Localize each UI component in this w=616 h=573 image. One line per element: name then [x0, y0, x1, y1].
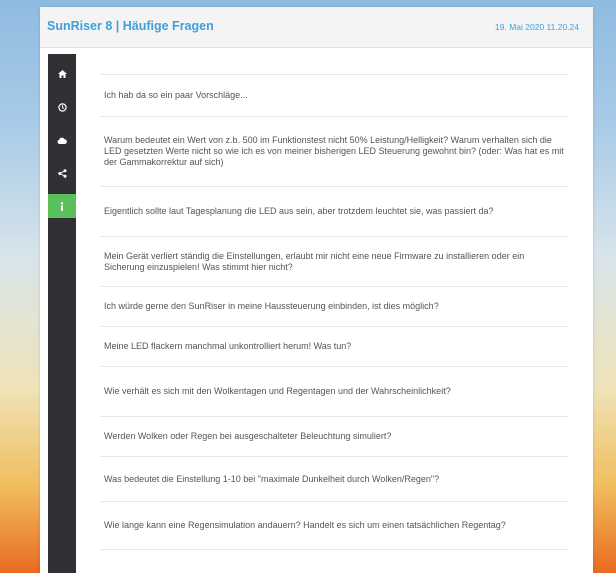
faq-question[interactable]: Ich würde gerne den SunRiser in meine Ha…: [100, 287, 568, 327]
clock-icon: [57, 102, 67, 112]
info-icon: [60, 201, 64, 211]
faq-question-text: Mein Gerät verliert ständig die Einstell…: [104, 250, 525, 272]
faq-list: Ich hab da so ein paar Vorschläge... War…: [100, 74, 568, 550]
faq-question-text: Eigentlich sollte laut Tagesplanung die …: [104, 206, 494, 216]
sidebar-item-faq[interactable]: [48, 194, 76, 218]
header-datetime: 19. Mai 2020 11.20.24: [495, 22, 579, 32]
faq-question-text: Meine LED flackern manchmal unkontrollie…: [104, 341, 352, 351]
home-icon: [57, 70, 67, 78]
faq-question[interactable]: Was bedeutet die Einstellung 1-10 bei "m…: [100, 457, 568, 502]
cloud-icon: [57, 137, 67, 144]
sidebar-item-timer[interactable]: [48, 95, 76, 119]
faq-question-text: Warum bedeutet ein Wert von z.b. 500 im …: [104, 135, 564, 167]
faq-content: Ich hab da so ein paar Vorschläge... War…: [100, 74, 568, 550]
faq-question[interactable]: Wie verhält es sich mit den Wolkentagen …: [100, 367, 568, 417]
sidebar-item-weather[interactable]: [48, 128, 76, 152]
page-header: SunRiser 8 | Häufige Fragen 19. Mai 2020…: [40, 7, 593, 48]
share-icon: [57, 168, 67, 178]
faq-question-text: Wie lange kann eine Regensimulation anda…: [104, 520, 506, 530]
faq-question-text: Wie verhält es sich mit den Wolkentagen …: [104, 386, 451, 396]
faq-question-text: Werden Wolken oder Regen bei ausgeschalt…: [104, 431, 392, 441]
faq-question-text: Was bedeutet die Einstellung 1-10 bei "m…: [104, 473, 440, 484]
page-title: SunRiser 8 | Häufige Fragen: [47, 19, 214, 33]
faq-question[interactable]: Warum bedeutet ein Wert von z.b. 500 im …: [100, 117, 568, 187]
faq-question[interactable]: Werden Wolken oder Regen bei ausgeschalt…: [100, 417, 568, 457]
faq-question[interactable]: Eigentlich sollte laut Tagesplanung die …: [100, 187, 568, 237]
sidebar-item-connections[interactable]: [48, 161, 76, 185]
faq-question[interactable]: Meine LED flackern manchmal unkontrollie…: [100, 327, 568, 367]
faq-question-text: Ich würde gerne den SunRiser in meine Ha…: [104, 301, 439, 311]
faq-question[interactable]: Wie lange kann eine Regensimulation anda…: [100, 502, 568, 550]
faq-question[interactable]: Mein Gerät verliert ständig die Einstell…: [100, 237, 568, 287]
sidebar-nav: [48, 54, 76, 573]
sidebar-item-home[interactable]: [48, 62, 76, 86]
faq-question[interactable]: Ich hab da so ein paar Vorschläge...: [100, 75, 568, 117]
faq-question-text: Ich hab da so ein paar Vorschläge...: [104, 90, 248, 100]
app-window: SunRiser 8 | Häufige Fragen 19. Mai 2020…: [40, 7, 593, 573]
